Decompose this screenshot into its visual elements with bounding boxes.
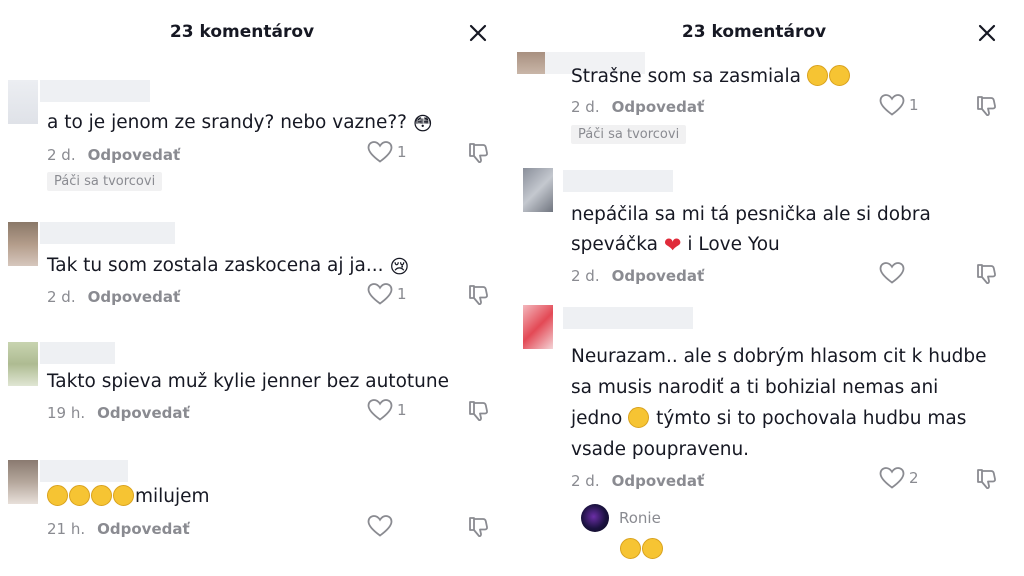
like-count: 1 <box>909 96 919 114</box>
heart-outline-icon <box>367 399 393 421</box>
laughing-emoji <box>620 538 664 559</box>
reply-button[interactable]: Odpovedať <box>88 146 181 164</box>
avatar-blurred[interactable] <box>8 80 38 124</box>
comment-text: nepáčila sa mi tá pesnička ale si dobra <box>571 204 931 225</box>
dislike-icon[interactable] <box>974 262 998 286</box>
comment-meta: 2 d. Odpovedať <box>571 472 705 490</box>
avatar[interactable] <box>581 504 609 532</box>
username-blurred[interactable] <box>40 342 115 364</box>
reply-button[interactable]: Odpovedať <box>612 472 705 490</box>
like-count: 2 <box>909 469 919 487</box>
heart-outline-icon <box>879 262 905 284</box>
comments-count-title: 23 komentárov <box>681 22 827 42</box>
username-blurred[interactable] <box>40 460 128 482</box>
reply-button[interactable]: Odpovedať <box>97 404 190 422</box>
comment-text: a to je jenom ze srandy? nebo vazne?? 😳 <box>47 107 433 140</box>
comment-meta: 19 h. Odpovedať <box>47 404 190 422</box>
comment-meta: 2 d. Odpovedať <box>47 146 180 164</box>
avatar-blurred[interactable] <box>8 342 38 386</box>
username-blurred[interactable] <box>40 222 175 244</box>
reply-author[interactable]: Ronie <box>619 509 661 527</box>
dislike-icon[interactable] <box>974 467 998 491</box>
username-blurred[interactable] <box>40 80 150 102</box>
like-button[interactable]: 1 <box>367 398 407 422</box>
comment-meta: 2 d. Odpovedať <box>47 288 181 306</box>
left-comments-panel: 23 komentárov a to je jenom ze srandy? n… <box>0 0 507 576</box>
username-blurred[interactable] <box>563 307 693 329</box>
avatar-blurred[interactable] <box>8 460 38 504</box>
like-count: 1 <box>397 285 407 303</box>
heart-outline-icon <box>367 283 393 305</box>
like-count: 1 <box>397 143 407 161</box>
laughing-emoji <box>806 65 851 87</box>
comments-count-title: 23 komentárov <box>169 22 315 42</box>
reply-button[interactable]: Odpovedať <box>88 288 181 306</box>
comment-meta: 21 h. Odpovedať <box>47 520 190 538</box>
avatar-blurred[interactable] <box>8 222 38 266</box>
like-button[interactable]: 2 <box>879 466 919 490</box>
heart-outline-icon <box>879 94 905 116</box>
comment-meta: 2 d. Odpovedať <box>571 267 705 285</box>
avatar-blurred[interactable] <box>517 52 545 74</box>
red-heart-emoji: ❤ <box>663 233 682 257</box>
dislike-icon[interactable] <box>974 94 998 118</box>
reply-button[interactable]: Odpovedať <box>612 267 705 285</box>
comment-text-line: sa musis narodiť a ti bohizial nemas ani <box>571 377 939 398</box>
comment-text: Tak tu som zostala zaskocena aj ja... 😢 <box>47 250 409 283</box>
dislike-icon[interactable] <box>466 141 490 165</box>
like-button[interactable] <box>367 514 393 538</box>
right-comments-panel: 23 komentárov Strašne som sa zasmiala 2 … <box>517 0 1024 576</box>
reply-button[interactable]: Odpovedať <box>97 520 190 538</box>
reply-item: Ronie <box>581 504 661 532</box>
comment-text: milujem <box>47 481 210 512</box>
liked-by-creator-badge: Páči sa tvorcovi <box>47 172 163 191</box>
flushed-emoji: 😳 <box>412 113 433 135</box>
comment-text-line: jedno týmto si to pochovala hudbu mas <box>571 407 967 429</box>
laughing-emoji <box>47 485 135 507</box>
like-count: 1 <box>397 401 407 419</box>
dislike-icon[interactable] <box>466 283 490 307</box>
reply-button[interactable]: Odpovedať <box>612 98 705 116</box>
crying-emoji: 😢 <box>389 256 410 278</box>
close-icon[interactable] <box>976 22 998 44</box>
comment-text: Takto spieva muž kylie jenner bez autotu… <box>47 371 449 392</box>
relieved-emoji <box>628 407 650 428</box>
heart-outline-icon <box>367 141 393 163</box>
comment-text-line: vsade poupravenu. <box>571 439 750 460</box>
avatar-blurred[interactable] <box>523 305 553 349</box>
comment-time: 2 d. <box>47 146 76 164</box>
dislike-icon[interactable] <box>466 399 490 423</box>
dislike-icon[interactable] <box>466 515 490 539</box>
like-button[interactable] <box>879 261 905 285</box>
like-button[interactable]: 1 <box>367 282 407 306</box>
like-button[interactable]: 1 <box>879 93 919 117</box>
panel-divider <box>507 0 517 576</box>
close-icon[interactable] <box>467 22 489 44</box>
comment-meta: 2 d. Odpovedať <box>571 98 705 116</box>
heart-outline-icon <box>879 467 905 489</box>
like-button[interactable]: 1 <box>367 140 407 164</box>
comment-text: Neurazam.. ale s dobrým hlasom cit k hud… <box>571 346 987 367</box>
liked-by-creator-badge: Páči sa tvorcovi <box>571 125 687 144</box>
heart-outline-icon <box>367 515 393 537</box>
avatar-blurred[interactable] <box>523 168 553 212</box>
comment-text: Strašne som sa zasmiala <box>571 61 851 92</box>
username-blurred[interactable] <box>563 170 673 192</box>
comment-text-line: speváčka ❤ i Love You <box>571 229 780 261</box>
